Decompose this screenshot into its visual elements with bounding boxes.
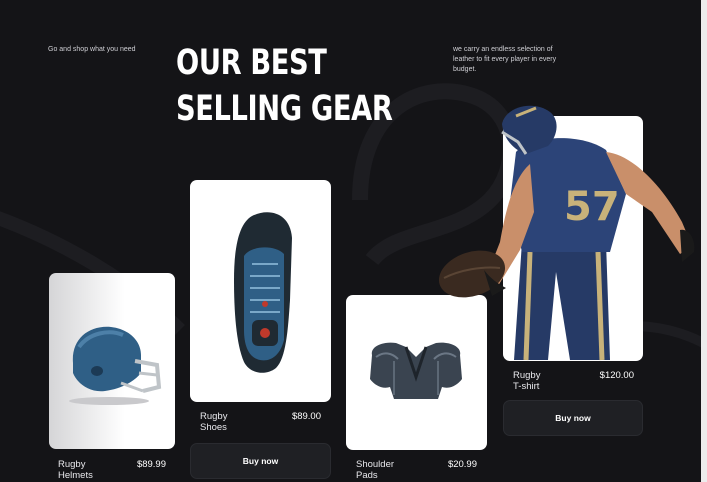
football-helmet-icon bbox=[69, 326, 162, 405]
svg-text:57: 57 bbox=[564, 184, 620, 230]
headline-line-1: OUR BEST bbox=[176, 43, 327, 83]
buy-now-button-tshirt[interactable]: Buy now bbox=[503, 400, 643, 436]
product-price-shoes: $89.00 bbox=[291, 411, 321, 422]
product-price-helmet: $89.99 bbox=[136, 459, 166, 470]
player-photo: 57 bbox=[438, 105, 695, 361]
product-name-line2: Pads bbox=[356, 470, 378, 481]
tagline-left: Go and shop what you need bbox=[48, 46, 136, 53]
page-headline: OUR BEST SELLING GEAR bbox=[176, 40, 393, 132]
buy-now-button-shoes[interactable]: Buy now bbox=[190, 443, 331, 479]
product-name-shoes: Rugby Shoes bbox=[200, 411, 260, 433]
product-name-line1: Rugby bbox=[58, 459, 86, 470]
product-price-tshirt: $120.00 bbox=[599, 370, 634, 381]
cleat-shoe-icon bbox=[234, 212, 292, 373]
product-name-line1: Shoulder bbox=[356, 459, 395, 470]
headline-line-2: SELLING GEAR bbox=[176, 89, 393, 129]
shop-page: Go and shop what you need OUR BEST SELLI… bbox=[0, 0, 707, 482]
product-card-shoes[interactable] bbox=[190, 180, 331, 402]
product-name-line2: Helmets bbox=[58, 470, 93, 481]
product-name-line2: Shoes bbox=[200, 422, 227, 433]
product-name-line2: T-shirt bbox=[513, 381, 540, 392]
right-edge-strip bbox=[701, 0, 707, 482]
product-name-line1: Rugby bbox=[513, 370, 541, 381]
product-name-helmet: Rugby Helmets bbox=[58, 459, 118, 481]
product-name-tshirt: Rugby T-shirt bbox=[513, 370, 573, 392]
product-name-shoulder-pads: Shoulder Pads bbox=[356, 459, 416, 481]
product-card-helmet[interactable] bbox=[49, 273, 175, 449]
product-price-shoulder-pads: $20.99 bbox=[447, 459, 477, 470]
product-name-line1: Rugby bbox=[200, 411, 228, 422]
tagline-right: we carry an endless selection of leather… bbox=[453, 46, 557, 73]
